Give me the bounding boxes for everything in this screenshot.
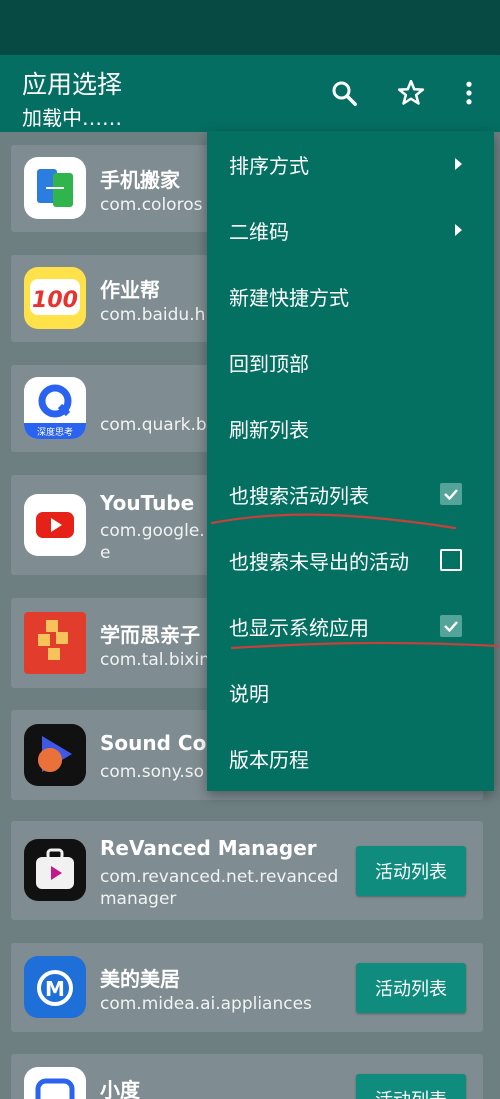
menu-item-version-history[interactable]: 版本历程	[207, 725, 494, 791]
checkbox-unchecked-icon[interactable]	[440, 549, 462, 571]
favorite-button[interactable]	[391, 73, 431, 113]
menu-item-back-to-top[interactable]: 回到顶部	[207, 329, 494, 395]
overflow-menu-button[interactable]	[449, 73, 489, 113]
page-title: 应用选择	[22, 70, 123, 99]
quark-icon-label: 深度思考	[36, 428, 73, 438]
menu-item-label: 也显示系统应用	[229, 615, 369, 640]
activity-list-button[interactable]: 活动列表	[356, 846, 466, 896]
menu-item-label: 也搜索未导出的活动	[229, 549, 409, 574]
star-outline-icon	[397, 79, 425, 105]
svg-text:M: M	[45, 977, 65, 1001]
app-name: 学而思亲子	[100, 623, 200, 647]
xiaodu-icon	[24, 1067, 86, 1099]
revanced-manager-icon	[24, 839, 86, 901]
menu-item-new-shortcut[interactable]: 新建快捷方式	[207, 263, 494, 329]
app-name: Sound Con	[100, 731, 221, 755]
overflow-menu: 排序方式 二维码 新建快捷方式 回到顶部 刷新列表 也搜索活动列表 也搜索未导出…	[207, 131, 494, 791]
menu-item-label: 新建快捷方式	[229, 285, 349, 310]
quark-icon: 深度思考	[24, 377, 86, 439]
app-name: 手机搬家	[100, 168, 180, 192]
svg-text:100: 100	[32, 288, 78, 313]
list-item[interactable]: 小度 活动列表	[11, 1054, 483, 1099]
menu-item-label: 排序方式	[229, 153, 309, 178]
app-name: 作业帮	[100, 278, 160, 302]
menu-item-qrcode[interactable]: 二维码	[207, 197, 494, 263]
midea-meiju-icon: M	[24, 956, 86, 1018]
menu-item-label: 刷新列表	[229, 417, 309, 442]
checkbox-checked-icon[interactable]	[440, 615, 462, 637]
app-package: com.midea.ai.appliances	[100, 994, 312, 1014]
page-subtitle: 加载中……	[22, 106, 122, 130]
menu-item-label: 也搜索活动列表	[229, 483, 369, 508]
menu-item-label: 说明	[229, 681, 269, 706]
app-bar: 应用选择 加载中……	[0, 55, 500, 132]
chevron-right-icon	[455, 224, 462, 236]
app-package: com.revanced.net.revanced manager	[100, 867, 339, 909]
menu-item-refresh-list[interactable]: 刷新列表	[207, 395, 494, 461]
menu-item-label: 二维码	[229, 219, 289, 244]
menu-item-show-system-apps[interactable]: 也显示系统应用	[207, 593, 494, 659]
app-name: 美的美居	[100, 967, 180, 991]
youtube-icon	[24, 494, 86, 556]
app-name: 小度	[100, 1078, 140, 1099]
list-item[interactable]: ReVanced Manager com.revanced.net.revanc…	[11, 821, 483, 920]
app-name: YouTube	[100, 491, 195, 515]
menu-item-help[interactable]: 说明	[207, 659, 494, 725]
menu-item-sort[interactable]: 排序方式	[207, 131, 494, 197]
activity-list-button[interactable]: 活动列表	[356, 963, 466, 1013]
sound-connect-icon	[24, 724, 86, 786]
menu-item-search-activities[interactable]: 也搜索活动列表	[207, 461, 494, 527]
status-bar	[0, 0, 500, 55]
checkbox-checked-icon[interactable]	[440, 483, 462, 505]
zuoyebang-icon: 100	[24, 267, 86, 329]
menu-item-search-unexported[interactable]: 也搜索未导出的活动	[207, 527, 494, 593]
menu-item-label: 版本历程	[229, 747, 309, 772]
activity-list-button[interactable]: 活动列表	[356, 1074, 466, 1099]
chevron-right-icon	[455, 158, 462, 170]
list-item[interactable]: M 美的美居 com.midea.ai.appliances 活动列表	[11, 943, 483, 1032]
xueersi-icon	[24, 612, 86, 674]
app-name: ReVanced Manager	[100, 836, 317, 860]
search-button[interactable]	[324, 73, 364, 113]
phone-clone-icon	[24, 157, 86, 219]
menu-item-label: 回到顶部	[229, 351, 309, 376]
search-icon	[332, 81, 357, 106]
more-vert-icon	[466, 81, 472, 105]
